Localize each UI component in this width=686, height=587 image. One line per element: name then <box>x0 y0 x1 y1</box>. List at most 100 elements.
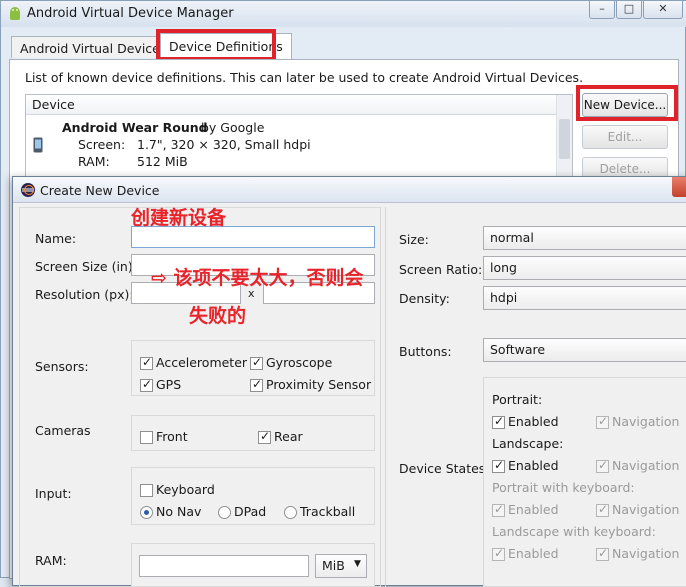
landscape-enabled[interactable]: Enabled <box>492 458 559 473</box>
screen-size-label: Screen Size (in): <box>35 259 137 274</box>
create-new-device-dialog: Create New Device Name: Screen Size (in)… <box>12 176 686 587</box>
buttons-label: Buttons: <box>399 344 452 359</box>
device-states-label: Device States: <box>399 461 490 476</box>
checkbox[interactable] <box>596 414 609 429</box>
keyboard-option[interactable]: Keyboard <box>140 482 215 497</box>
radio[interactable] <box>284 506 297 519</box>
device-screen-label: Screen: <box>78 137 126 152</box>
sensor-gps[interactable]: GPS <box>140 377 181 392</box>
android-robot-icon <box>7 6 23 25</box>
close-button[interactable]: ✕ <box>643 1 683 19</box>
enabled-label: Enabled <box>508 546 559 561</box>
resolution-label: Resolution (px): <box>35 287 134 302</box>
portrait-keyboard-navigation[interactable]: Navigation <box>596 502 679 517</box>
checkbox[interactable] <box>140 431 153 444</box>
sensors-group: Accelerometer Gyroscope GPS Proximity Se… <box>131 340 375 396</box>
device-ram-value: 512 MiB <box>137 154 188 169</box>
ram-field[interactable] <box>139 555 309 577</box>
density-label: Density: <box>399 291 450 306</box>
navigation-label: Navigation <box>612 546 680 561</box>
checkbox[interactable] <box>492 546 505 561</box>
checkbox[interactable] <box>140 484 153 497</box>
checkbox[interactable] <box>250 377 263 392</box>
checkbox[interactable] <box>596 502 609 517</box>
device-ram-label: RAM: <box>78 154 110 169</box>
portrait-navigation[interactable]: Navigation <box>596 414 679 429</box>
ram-label: RAM: <box>35 553 67 568</box>
buttons-select[interactable]: Software <box>483 338 686 362</box>
landscape-navigation[interactable]: Navigation <box>596 458 679 473</box>
checkbox[interactable] <box>250 355 263 370</box>
nav-label: Trackball <box>300 504 356 519</box>
radio[interactable] <box>218 506 231 519</box>
minimize-button[interactable]: – <box>589 1 615 19</box>
sensor-proximity[interactable]: Proximity Sensor <box>250 377 371 392</box>
enabled-label: Enabled <box>508 414 559 429</box>
highlight-box-new-device <box>576 85 678 121</box>
portrait-keyboard-enabled[interactable]: Enabled <box>492 502 559 517</box>
sensor-label: Proximity Sensor <box>266 377 372 392</box>
highlight-box-tab <box>156 29 276 61</box>
screen-ratio-select[interactable]: long <box>483 256 686 280</box>
dialog-close-button[interactable] <box>672 177 686 197</box>
camera-front[interactable]: Front <box>140 429 188 444</box>
table-scrollbar[interactable] <box>556 95 572 183</box>
enabled-label: Enabled <box>508 502 559 517</box>
radio[interactable] <box>140 506 153 519</box>
window-title: Android Virtual Device Manager <box>27 6 234 21</box>
input-label: Input: <box>35 486 72 501</box>
column-divider <box>385 207 386 587</box>
nav-option-dpad[interactable]: DPad <box>218 504 266 519</box>
sensor-label: Accelerometer <box>156 355 248 370</box>
keyboard-label: Keyboard <box>156 482 215 497</box>
eclipse-icon <box>20 182 36 201</box>
sensors-label: Sensors: <box>35 359 89 374</box>
checkbox[interactable] <box>492 414 505 429</box>
cameras-label: Cameras <box>35 423 91 438</box>
avd-titlebar: Android Virtual Device Manager – □ ✕ <box>1 1 686 27</box>
nav-option-trackball[interactable]: Trackball <box>284 504 355 519</box>
enabled-label: Enabled <box>508 458 559 473</box>
landscape-keyboard-navigation[interactable]: Navigation <box>596 546 679 561</box>
checkbox[interactable] <box>140 355 153 370</box>
nav-option-no-nav[interactable]: No Nav <box>140 504 201 519</box>
device-table[interactable]: Device Android Wear Round by Google Scre… <box>25 94 573 184</box>
sensor-label: Gyroscope <box>266 355 333 370</box>
checkbox[interactable] <box>492 502 505 517</box>
ram-unit-select[interactable]: MiB ▼ <box>315 554 367 578</box>
dialog-titlebar: Create New Device <box>13 177 686 203</box>
camera-rear[interactable]: Rear <box>258 429 303 444</box>
edit-button[interactable]: Edit... <box>582 125 668 149</box>
checkbox[interactable] <box>140 377 153 392</box>
size-label: Size: <box>399 232 429 247</box>
device-definitions-description: List of known device definitions. This c… <box>25 70 584 85</box>
checkbox[interactable] <box>596 546 609 561</box>
checkbox[interactable] <box>492 458 505 473</box>
sensor-gyroscope[interactable]: Gyroscope <box>250 355 332 370</box>
nav-label: DPad <box>234 504 267 519</box>
portrait-keyboard-heading: Portrait with keyboard: <box>492 480 635 495</box>
tab-android-virtual-devices[interactable]: Android Virtual Devices <box>11 36 176 58</box>
dialog-title: Create New Device <box>40 183 160 198</box>
annotation-screen-size-warning-2: 失败的 <box>189 305 247 327</box>
landscape-keyboard-enabled[interactable]: Enabled <box>492 546 559 561</box>
landscape-keyboard-heading: Landscape with keyboard: <box>492 524 656 539</box>
portrait-enabled[interactable]: Enabled <box>492 414 559 429</box>
device-column-header[interactable]: Device <box>26 95 572 115</box>
input-group: Keyboard No Nav DPad Trackball <box>131 467 375 525</box>
device-name: Android Wear Round <box>62 120 208 135</box>
sensor-accelerometer[interactable]: Accelerometer <box>140 355 247 370</box>
chevron-down-icon: ▼ <box>354 559 361 569</box>
density-select[interactable]: hdpi <box>483 286 686 310</box>
checkbox[interactable] <box>258 429 271 444</box>
navigation-label: Navigation <box>612 458 680 473</box>
checkbox[interactable] <box>596 458 609 473</box>
annotation-create-new-device: 创建新设备 <box>131 207 227 229</box>
camera-label: Rear <box>274 429 303 444</box>
nav-label: No Nav <box>156 504 202 519</box>
camera-label: Front <box>156 429 188 444</box>
phone-icon <box>33 137 43 156</box>
portrait-heading: Portrait: <box>492 392 543 407</box>
size-select[interactable]: normal <box>483 226 686 250</box>
maximize-button[interactable]: □ <box>616 1 642 19</box>
